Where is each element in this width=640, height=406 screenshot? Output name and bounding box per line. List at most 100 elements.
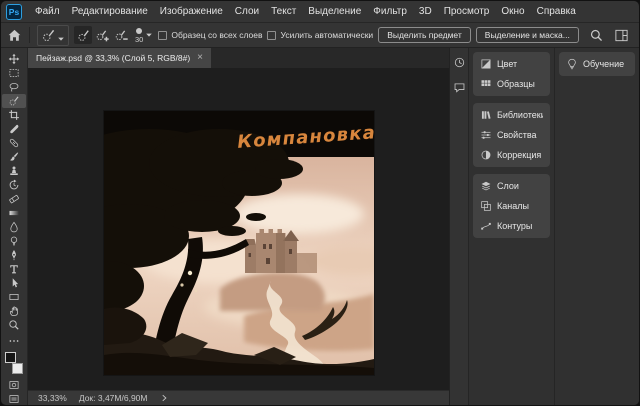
zoom-tool-icon [8,319,20,331]
panel-tab-label: Образцы [497,79,535,89]
new-selection-icon [76,28,91,43]
clone-stamp-tool-button[interactable] [2,164,26,178]
menu-filter[interactable]: Фильтр [367,1,413,22]
menu-3d[interactable]: 3D [413,1,438,22]
panel-tab-label: Цвет [497,59,517,69]
brush-tool-icon [8,151,20,163]
history-panel-button[interactable] [452,55,466,69]
panel-tab-libraries[interactable]: Библиотеки [473,105,550,125]
add-selection-mode-button[interactable] [93,26,111,44]
eraser-tool-button[interactable] [2,192,26,206]
collapsed-panel-strip [450,48,468,405]
add-selection-icon [95,28,110,43]
tab-close-icon[interactable]: × [197,53,203,63]
blur-tool-icon [8,221,20,233]
subtract-selection-mode-button[interactable] [112,26,130,44]
path-selection-tool-button[interactable] [2,276,26,290]
tool-preset-picker[interactable] [37,25,69,46]
caret-down-icon [57,35,65,43]
select-subject-button[interactable]: Выделить предмет [378,27,471,43]
shape-tool-button[interactable] [2,290,26,304]
panel-tab-label: Обучение [583,59,624,69]
color-swatches[interactable] [5,352,23,374]
panel-tab-learn[interactable]: Обучение [559,54,635,74]
search-icon[interactable] [589,28,604,43]
menu-edit[interactable]: Редактирование [66,1,154,22]
lasso-tool-icon [8,81,20,93]
hand-tool-icon [8,305,20,317]
selection-mode-group [74,26,130,44]
status-chevron-icon[interactable] [159,393,169,403]
panel-group-3: Слои Каналы Контуры [473,174,550,238]
paths-icon [480,220,492,232]
checkbox-label: Образец со всех слоев [171,30,262,40]
panel-tab-swatches[interactable]: Образцы [473,74,550,94]
gradient-tool-icon [8,207,20,219]
document-tab[interactable]: Пейзаж.psd @ 33,3% (Слой 5, RGB/8#) × [28,48,211,68]
background-color-swatch [12,363,23,374]
brush-tool-button[interactable] [2,150,26,164]
edit-toolbar-button[interactable] [2,334,26,348]
caret-down-icon [145,31,153,39]
zoom-tool-button[interactable] [2,318,26,332]
panel-tab-label: Каналы [497,201,529,211]
zoom-level-field[interactable]: 33,33% [38,393,67,403]
panel-group-2: БиблиотекиСвойства Коррекция [473,103,550,167]
home-icon[interactable] [7,28,22,43]
gradient-tool-button[interactable] [2,206,26,220]
shape-tool-icon [8,291,20,303]
new-selection-mode-button[interactable] [74,26,92,44]
menu-image[interactable]: Изображение [154,1,229,22]
eyedropper-tool-button[interactable] [2,122,26,136]
menu-file[interactable]: Файл [29,1,66,22]
screen-mode-button[interactable] [2,392,26,406]
menu-type[interactable]: Текст [265,1,302,22]
select-and-mask-button[interactable]: Выделение и маска... [476,27,579,43]
brush-size-value: 30 [135,36,143,44]
panel-tab-layers[interactable]: Слои [473,176,550,196]
menubar-items: ФайлРедактированиеИзображениеСлоиТекстВы… [29,1,582,22]
brush-size-picker[interactable]: 30 [135,27,153,44]
canvas-area[interactable]: Компановка [28,68,449,390]
learn-panel-group: Обучение [559,52,635,76]
auto-enhance-checkbox[interactable]: Усилить автоматически [267,30,373,40]
dodge-tool-button[interactable] [2,234,26,248]
move-tool-button[interactable] [2,52,26,66]
panel-tab-properties[interactable]: Свойства [473,125,550,145]
type-tool-button[interactable] [2,262,26,276]
panel-tab-color[interactable]: Цвет [473,54,550,74]
eraser-tool-icon [8,193,20,205]
menu-view[interactable]: Просмотр [438,1,496,22]
history-brush-tool-button[interactable] [2,178,26,192]
brush-preview: 30 [135,27,143,44]
panel-tab-paths[interactable]: Контуры [473,216,550,236]
panel-tab-label: Коррекция [497,150,541,160]
color-icon [480,58,492,70]
healing-brush-tool-button[interactable] [2,136,26,150]
panel-tab-adjustments[interactable]: Коррекция [473,145,550,165]
crop-tool-button[interactable] [2,108,26,122]
workspace-switcher-icon[interactable] [614,28,629,43]
panel-group-1: Цвет Образцы [473,52,550,96]
quick-selection-tool-button[interactable] [2,94,26,108]
sample-all-layers-checkbox[interactable]: Образец со всех слоев [158,30,262,40]
lasso-tool-button[interactable] [2,80,26,94]
panel-tab-channels[interactable]: Каналы [473,196,550,216]
move-tool-icon [8,53,20,65]
panel-groups: Цвет Образцы БиблиотекиСвойства Коррекция Сл… [468,48,554,405]
panel-tab-label: Контуры [497,221,532,231]
pen-tool-button[interactable] [2,248,26,262]
menu-help[interactable]: Справка [531,1,582,22]
menu-window[interactable]: Окно [495,1,530,22]
menu-layers[interactable]: Слои [229,1,265,22]
status-bar: 33,33% Док: 3,47M/6,90M [28,390,449,405]
properties-icon [480,129,492,141]
menu-select[interactable]: Выделение [302,1,367,22]
healing-brush-tool-icon [8,137,20,149]
hand-tool-button[interactable] [2,304,26,318]
quick-mask-button[interactable] [2,378,26,392]
blur-tool-button[interactable] [2,220,26,234]
marquee-tool-button[interactable] [2,66,26,80]
libraries-icon [480,109,492,121]
comments-panel-button[interactable] [452,80,466,94]
